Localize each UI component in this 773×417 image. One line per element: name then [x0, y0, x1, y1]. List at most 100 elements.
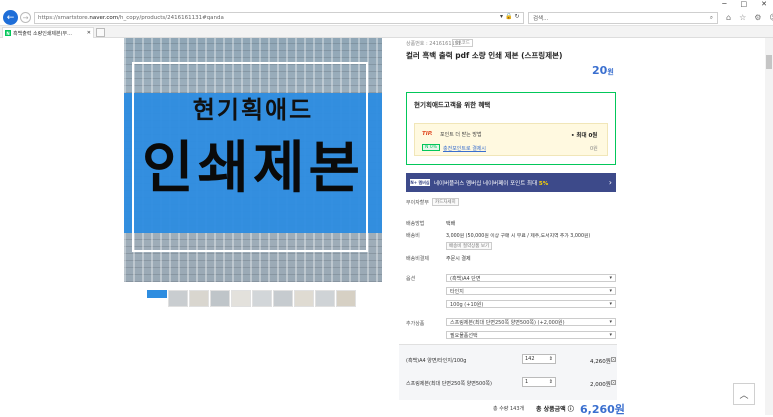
quantity-value[interactable]: 142 [525, 356, 535, 362]
search-icon[interactable]: ⌕ [710, 15, 713, 22]
thumbnail[interactable] [189, 290, 209, 307]
point-badge: N 0% [422, 144, 440, 151]
scrollbar-thumb[interactable] [766, 55, 772, 69]
tab-close-icon[interactable]: ✕ [87, 30, 91, 36]
total-quantity: 총 수량 143개 [493, 406, 525, 412]
benefit-title: 현기획애드고객을 위한 혜택 [414, 101, 491, 109]
quantity-value[interactable]: 1 [525, 379, 528, 385]
membership-banner[interactable]: N+ 멤버십 네이버플러스 멤버십 네이버페이 포인트 최대 5% › [406, 173, 616, 192]
product-title: 컬러 흑백 출력 pdf 소량 인쇄 제본 (스프링제본) [406, 51, 563, 60]
tip-label: TIP. [422, 131, 433, 137]
quantity-stepper[interactable]: 1 ⇕ [522, 377, 556, 387]
stepper-arrows-icon[interactable]: ⇕ [549, 356, 553, 362]
url-prefix: https://smartstore. [38, 15, 90, 21]
arrow-left-icon: ← [6, 12, 15, 23]
pay-value: 주문시 결제 [446, 256, 471, 262]
promo-message: 네이버플러스 멤버십 네이버페이 포인트 최대 [434, 180, 538, 187]
thumbnail[interactable] [315, 290, 335, 307]
stepper-arrows-icon[interactable]: ⇕ [549, 379, 553, 385]
option-value: 타인지 [450, 288, 464, 295]
search-placeholder: 검색... [533, 16, 549, 22]
extra-value: 스프링제본(최대 단면250쪽 양면500쪽) (+2,000원) [450, 319, 565, 326]
window-controls: ─ □ ✕ [722, 0, 767, 8]
qr-code-button[interactable]: QR코드 [452, 39, 473, 47]
ship-fee-label: 배송비 [406, 233, 420, 239]
url-path: /h_copy/products/2416161131#qanda [118, 15, 224, 21]
option-select-1[interactable]: (흑백)A4 단면 ▾ [446, 274, 616, 282]
tip-max-points: • 최대 0원 [571, 133, 598, 139]
option-select-2[interactable]: 타인지 ▾ [446, 287, 616, 295]
maximize-button[interactable]: □ [741, 0, 748, 8]
extra-select-1[interactable]: 스프링제본(최대 단면250쪽 양면500쪽) (+2,000원) ▾ [446, 318, 616, 326]
remove-item-button[interactable]: ✕ [611, 357, 616, 362]
ship-method-value: 택배 [446, 221, 456, 227]
card-detail-button[interactable]: 카드자세히 [432, 198, 459, 206]
selected-item-name: 스프링제본(최대 단면250쪽 양면500쪽) [406, 381, 492, 387]
total-price-label: 총 상품금액 ⓘ [536, 406, 574, 413]
ship-fee-value: 3,000원 (50,000원 이상 구매 시 무료 / 제주,도서지역 추가 … [446, 234, 591, 239]
chevron-down-icon: ▾ [609, 332, 612, 338]
remove-item-button[interactable]: ✕ [611, 380, 616, 385]
chevron-down-icon: ▾ [609, 275, 612, 281]
thumbnail[interactable] [147, 290, 167, 298]
naver-plus-logo: N+ 멤버십 [410, 179, 430, 186]
promo-text: 네이버플러스 멤버십 네이버페이 포인트 최대 5% [434, 179, 548, 187]
search-input[interactable]: 검색... ⌕ [528, 12, 718, 24]
chevron-right-icon: › [608, 178, 612, 187]
naver-favicon-icon: N [5, 30, 11, 36]
url-domain: naver.com [89, 15, 119, 21]
thumbnail[interactable] [336, 290, 356, 307]
title-bar [0, 0, 773, 9]
arrow-right-icon: → [22, 13, 29, 22]
lock-icon[interactable]: 🔒 [505, 13, 514, 20]
page-scrollbar[interactable] [765, 38, 773, 415]
tip-text: 포인트 더 받는 방법 [440, 132, 482, 138]
quantity-stepper[interactable]: 142 ⇕ [522, 354, 556, 364]
scroll-top-button[interactable]: ︿ [733, 383, 755, 405]
charge-point-value: 0원 [590, 146, 598, 152]
minimize-button[interactable]: ─ [722, 0, 726, 8]
smiley-icon[interactable]: ☺ [769, 13, 773, 22]
refresh-icon[interactable]: ↻ [515, 13, 522, 20]
option-select-3[interactable]: 100g (+10원) ▾ [446, 300, 616, 308]
thumbnail[interactable] [168, 290, 188, 307]
interest-label: 무이자할부 [406, 200, 430, 206]
selected-item-price: 4,260원 [590, 359, 611, 365]
home-icon[interactable]: ⌂ [726, 13, 731, 22]
tab-title: 흑백출력 소량인쇄제본(무... [13, 30, 72, 37]
selected-item-price: 2,000원 [590, 382, 611, 388]
chevron-down-icon: ▾ [609, 288, 612, 294]
new-tab-button[interactable] [96, 28, 105, 37]
back-button[interactable]: ← [3, 10, 18, 25]
extra-select-2[interactable]: 필요물품선택 ▾ [446, 331, 616, 339]
product-price: 20원 [592, 64, 614, 77]
option-label: 옵션 [406, 276, 416, 282]
price-unit: 원 [607, 68, 614, 76]
browser-tab[interactable]: N 흑백출력 소량인쇄제본(무... ✕ [2, 27, 94, 38]
url-field[interactable]: https://smartstore. naver.com/h_copy/prod… [34, 12, 524, 24]
selected-item-name: (흑백)A4 양면/타인지/100g [406, 358, 467, 364]
url-icons: ▾🔒↻ [500, 13, 522, 20]
promo-percent: 5% [538, 180, 549, 187]
chevron-down-icon: ▾ [609, 319, 612, 325]
thumbnail[interactable] [231, 290, 251, 307]
selected-items-area [399, 344, 617, 400]
hero-title: 인쇄제본 [141, 136, 365, 201]
gear-icon[interactable]: ⚙ [754, 13, 761, 22]
star-icon[interactable]: ☆ [739, 13, 746, 22]
thumbnail[interactable] [252, 290, 272, 307]
ship-method-label: 배송방법 [406, 221, 425, 227]
tab-bar [0, 26, 773, 38]
ship-save-button[interactable]: 배송비 절약상품 보기 [446, 242, 493, 250]
thumbnail[interactable] [210, 290, 230, 307]
close-button[interactable]: ✕ [761, 0, 767, 8]
charge-point-link[interactable]: 충전포인트로 결제시 [443, 145, 486, 152]
thumbnail[interactable] [294, 290, 314, 307]
extra-product-label: 추가상품 [406, 321, 425, 327]
hero-subtitle: 현기획애드 [192, 96, 314, 124]
forward-button[interactable]: → [20, 12, 31, 23]
pay-label: 배송비결제 [406, 256, 430, 262]
thumbnail[interactable] [273, 290, 293, 307]
extra-value: 필요물품선택 [450, 332, 478, 339]
product-main-image: 현기획애드 인쇄제본 [124, 38, 382, 282]
